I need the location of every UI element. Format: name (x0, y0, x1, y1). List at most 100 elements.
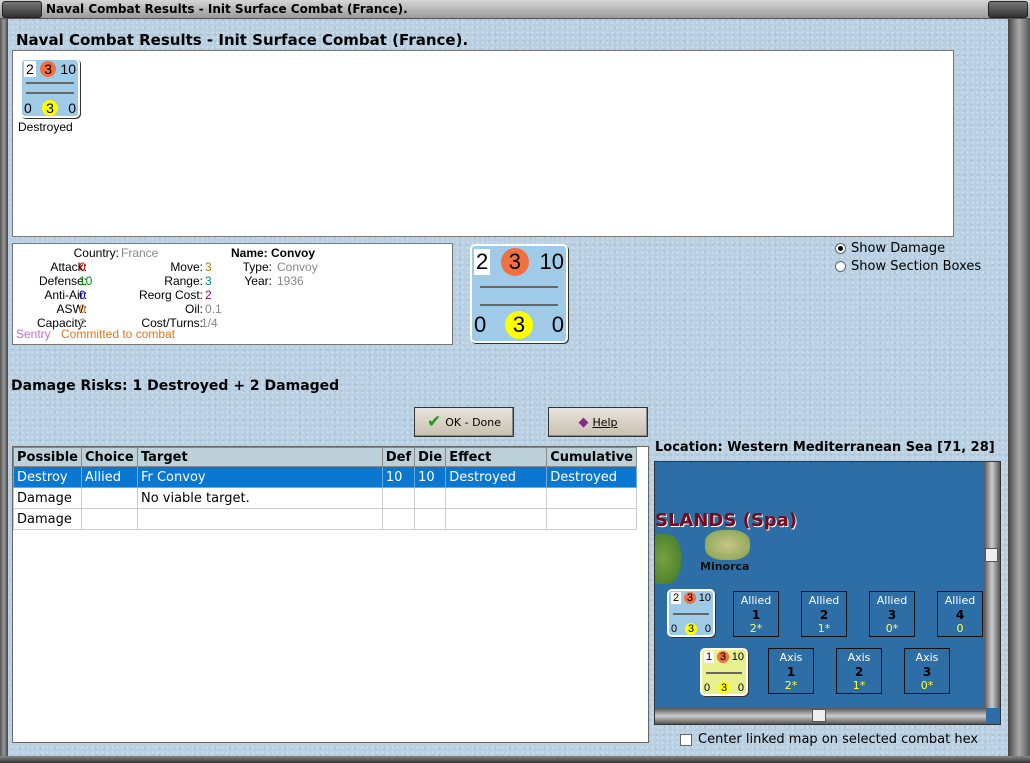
axis-section-box[interactable]: Axis 1 2* (768, 648, 814, 694)
show-damage-label: Show Damage (851, 241, 946, 256)
ship-icon (479, 304, 559, 306)
minorca-terrain (705, 530, 750, 560)
map-unit-counter[interactable]: 2 3 10 030 (667, 589, 715, 637)
allied-section-box[interactable]: Allied 3 0* (869, 591, 915, 637)
range-label: Range: (164, 274, 203, 288)
show-sections-radio[interactable]: Show Section Boxes (835, 259, 981, 274)
map-horizontal-scrollbar[interactable] (655, 708, 986, 724)
year-value: 1936 (277, 274, 304, 288)
country-value: France (121, 246, 159, 260)
combat-results-table: Possible Choice Target Def Die Effect Cu… (12, 446, 649, 743)
box-v: 0 (956, 622, 964, 635)
scroll-thumb[interactable] (812, 709, 826, 722)
type-label: Type: (242, 260, 272, 274)
range-value: 3 (205, 274, 212, 288)
cost-value: 1/4 (201, 316, 218, 330)
box-v: 1* (817, 622, 831, 635)
box-v: 0* (920, 679, 934, 692)
antiair-value: 0 (79, 288, 86, 302)
box-label: Allied (740, 594, 772, 607)
counter-value: 1 (704, 651, 715, 663)
unit-counter[interactable]: 2 3 10 030 (20, 58, 80, 118)
help-book-icon: ◆ (578, 414, 589, 430)
counter-value: 3 (40, 61, 57, 77)
counter-value: 3 (683, 592, 696, 604)
axis-section-box[interactable]: Axis 3 0* (904, 648, 950, 694)
center-map-checkbox[interactable]: Center linked map on selected combat hex (680, 732, 978, 747)
center-map-label: Center linked map on selected combat hex (698, 732, 979, 747)
table-cell: Destroyed (445, 466, 548, 488)
help-button[interactable]: ◆ Help (548, 407, 648, 437)
page-title: Naval Combat Results - Init Surface Comb… (16, 31, 469, 49)
allied-section-box[interactable]: Allied 1 2* (733, 591, 779, 637)
right-frame (1008, 19, 1030, 763)
counter-value: 2 (24, 61, 36, 77)
column-header[interactable]: Target (136, 447, 383, 467)
unit-counter-large: 2 3 10 030 (470, 244, 568, 343)
ship-icon (705, 672, 743, 674)
region-label: SLANDS (Spa) (655, 510, 798, 531)
window-menu-button[interactable] (2, 1, 42, 18)
table-cell: Allied (80, 466, 138, 488)
attack-value: 0 (79, 260, 86, 274)
column-header[interactable]: Cumulative (546, 447, 637, 467)
box-label: Allied (944, 594, 976, 607)
counter-value: 2 (474, 249, 491, 275)
table-cell: 10 (381, 466, 416, 488)
table-cell (80, 487, 138, 509)
axis-section-box[interactable]: Axis 2 1* (836, 648, 882, 694)
sentry-status: Sentry (16, 327, 51, 341)
ship-icon (26, 92, 74, 94)
table-cell (445, 508, 548, 530)
ok-done-button[interactable]: ✔ OK - Done (414, 407, 514, 437)
table-row[interactable]: Damage (13, 508, 637, 530)
counter-value: 3 (42, 100, 58, 116)
map-vertical-scrollbar[interactable] (984, 462, 1000, 708)
show-damage-radio[interactable]: Show Damage (835, 241, 945, 256)
counter-value: 3 (505, 311, 533, 339)
oil-label: Oil: (185, 302, 203, 316)
checkmark-icon: ✔ (426, 412, 442, 432)
ship-icon (26, 82, 74, 84)
allied-section-box[interactable]: Allied 2 1* (801, 591, 847, 637)
allied-section-box[interactable]: Allied 4 0 (937, 591, 983, 637)
table-cell (80, 508, 138, 530)
oil-value: 0.1 (205, 302, 222, 316)
help-label: Help (592, 415, 618, 429)
ship-icon (479, 286, 559, 288)
map-unit-counter[interactable]: 1 3 10 030 (700, 648, 748, 696)
box-v: 1* (852, 679, 866, 692)
hex-label: Minorca (700, 560, 750, 573)
scroll-thumb[interactable] (985, 548, 998, 562)
table-row[interactable]: Destroy Allied Fr Convoy 10 10 Destroyed Destr… (13, 466, 637, 488)
unit-panel (12, 50, 954, 237)
unit-status: Destroyed (18, 120, 73, 134)
table-cell (445, 487, 548, 509)
column-header[interactable]: Possible (13, 447, 82, 467)
counter-value: 0 (68, 100, 76, 116)
table-cell (546, 487, 637, 509)
move-label: Move: (170, 260, 203, 274)
asw-value: 0 (79, 302, 86, 316)
box-label: Allied (808, 594, 840, 607)
box-label: Axis (779, 651, 803, 664)
counter-value: 10 (539, 249, 564, 274)
window-close-button[interactable] (988, 1, 1028, 18)
unit-name: Name: Convoy (231, 246, 316, 260)
table-cell: Damage (13, 508, 82, 530)
country-label: Country: (73, 246, 119, 260)
box-v: 2* (749, 622, 763, 635)
column-header[interactable]: Effect (445, 447, 548, 467)
table-row[interactable]: Damage No viable target. (13, 487, 637, 509)
combat-map[interactable]: SLANDS (Spa) Minorca 2 3 10 030 1 3 10 030 A… (654, 461, 1001, 725)
radio-icon (835, 261, 846, 272)
column-header[interactable]: Choice (80, 447, 138, 467)
counter-value: 3 (685, 623, 697, 635)
checkbox-icon (680, 733, 692, 746)
counter-value: 2 (671, 592, 682, 604)
column-header[interactable]: Die (414, 447, 447, 467)
column-header[interactable]: Def (381, 447, 416, 467)
year-label: Year: (244, 274, 272, 288)
box-v: 0* (885, 622, 899, 635)
table-cell: Fr Convoy (136, 466, 383, 488)
